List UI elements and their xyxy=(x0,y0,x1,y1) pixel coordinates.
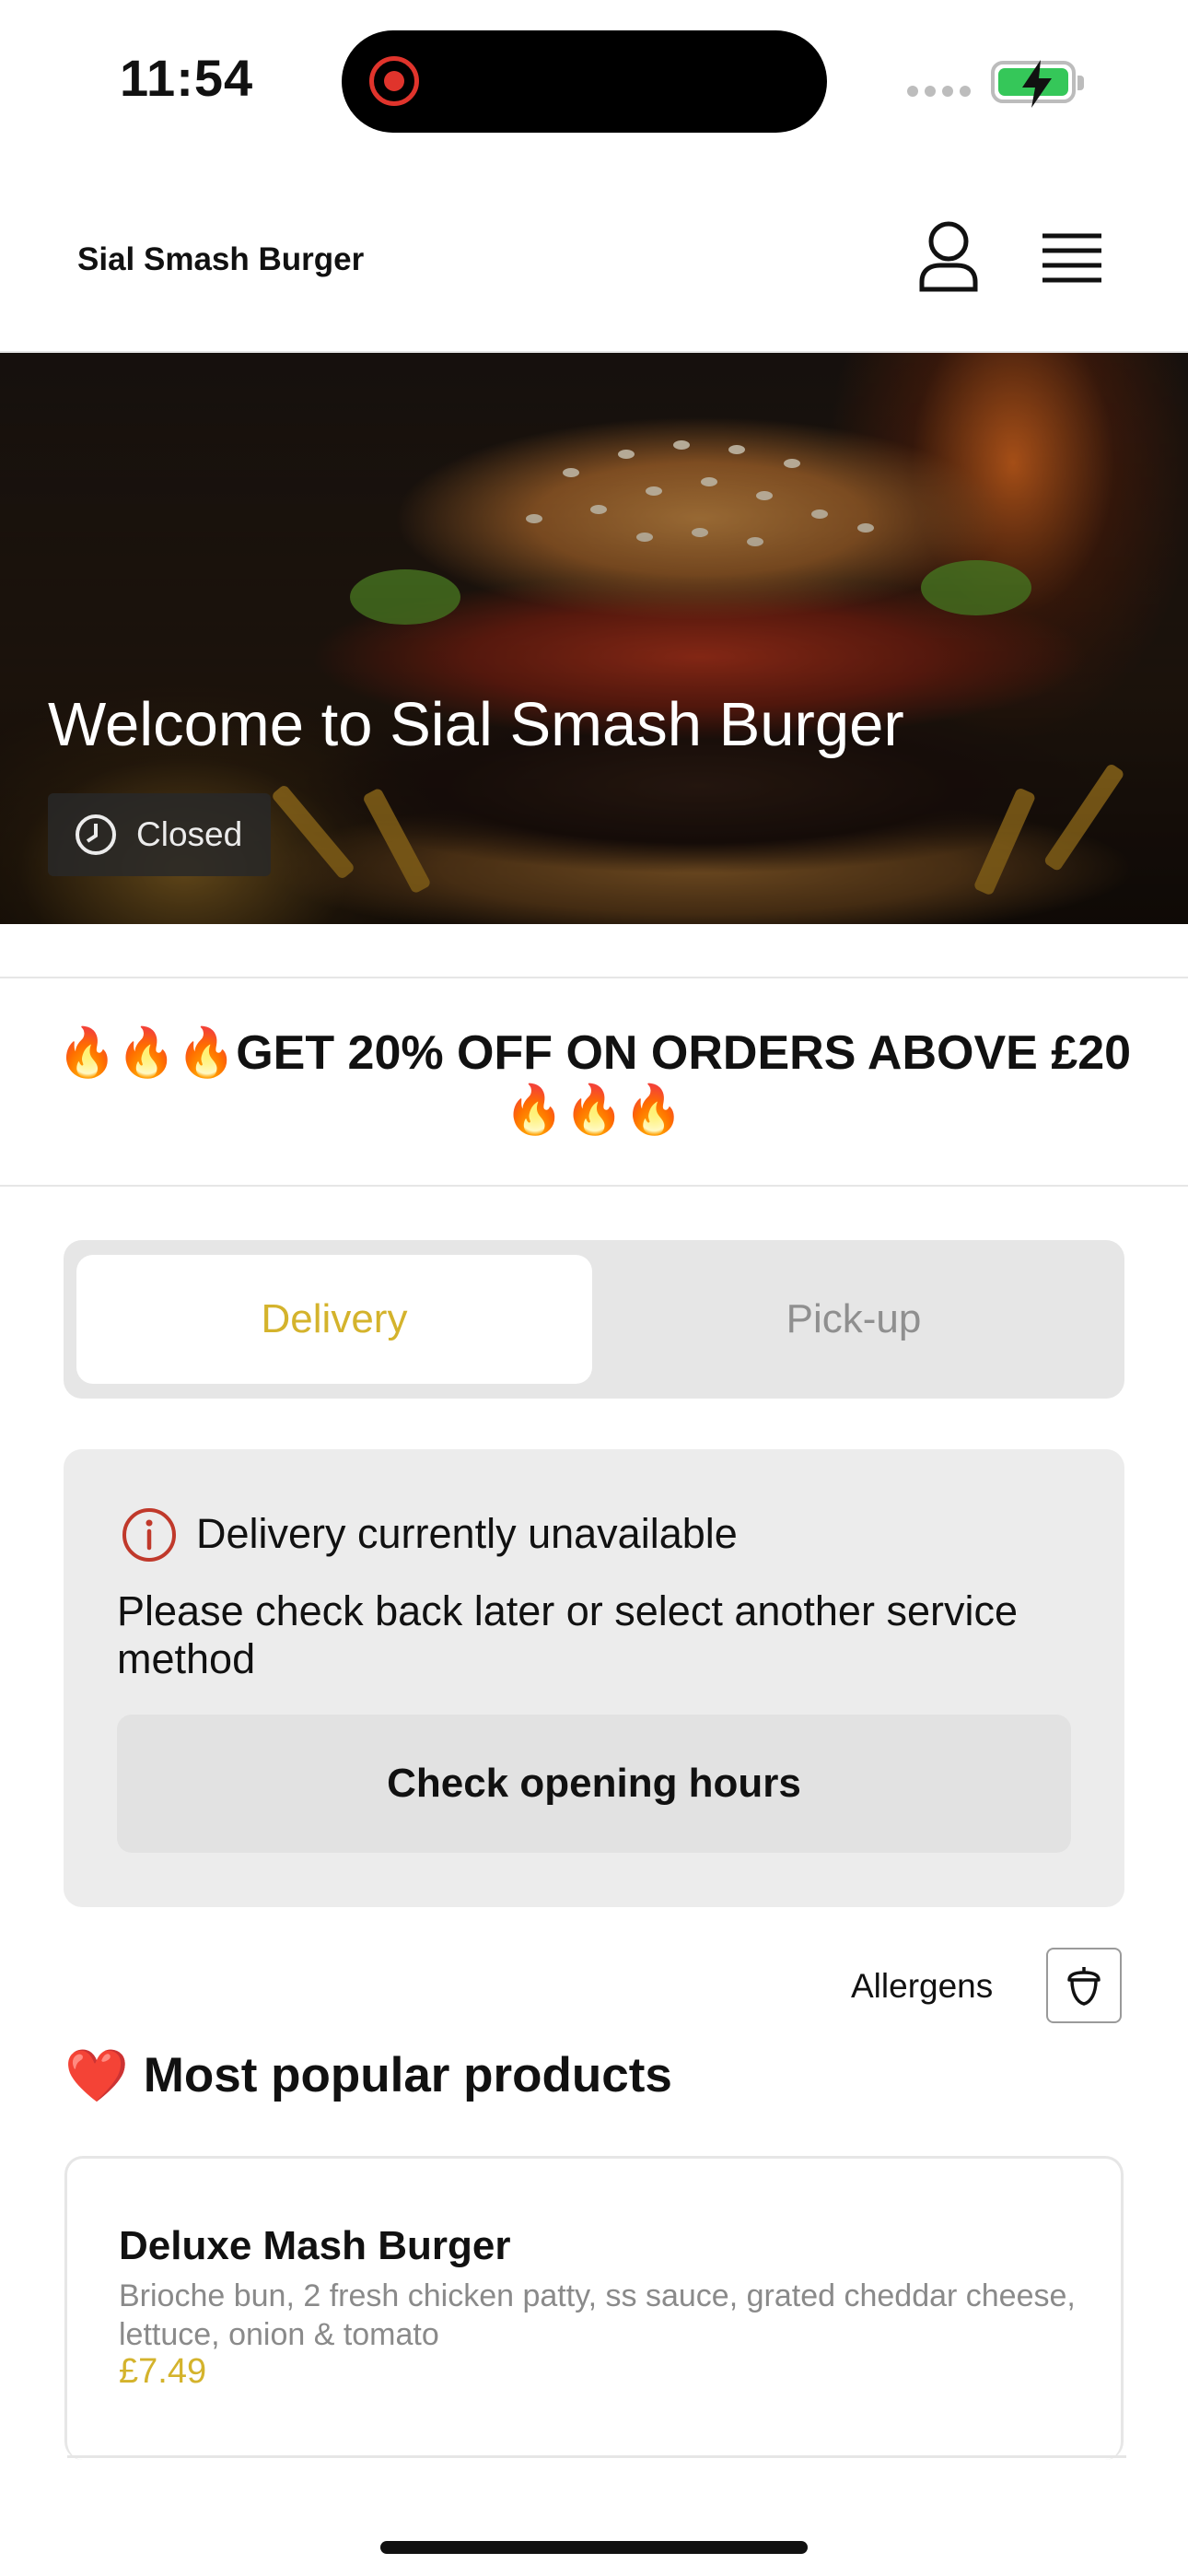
notice-title: Delivery currently unavailable xyxy=(196,1510,738,1557)
promo-text: 🔥🔥🔥GET 20% OFF ON ORDERS ABOVE £20🔥🔥🔥 xyxy=(56,1026,1132,1137)
hamburger-menu-icon[interactable] xyxy=(1041,230,1105,286)
section-title: Most popular products xyxy=(143,2048,672,2102)
store-status-text: Closed xyxy=(136,815,243,853)
clock-icon xyxy=(76,814,116,855)
store-status-badge: Closed xyxy=(48,793,271,876)
status-bar: 11:54 xyxy=(0,0,1188,157)
promo-banner: 🔥🔥🔥GET 20% OFF ON ORDERS ABOVE £20🔥🔥🔥 xyxy=(0,977,1188,1187)
allergens-button[interactable] xyxy=(1046,1948,1122,2023)
status-time: 11:54 xyxy=(120,49,254,107)
tab-pickup[interactable]: Pick-up xyxy=(596,1255,1112,1384)
info-icon xyxy=(122,1508,176,1562)
notice-body: Please check back later or select anothe… xyxy=(117,1587,1018,1682)
check-opening-hours-button[interactable]: Check opening hours xyxy=(117,1715,1071,1853)
allergens-label[interactable]: Allergens xyxy=(851,1967,993,2006)
acorn-icon xyxy=(1067,1967,1101,2006)
brand-name[interactable]: Sial Smash Burger xyxy=(77,241,364,278)
signal-icon xyxy=(907,86,971,97)
product-description: Brioche bun, 2 fresh chicken patty, ss s… xyxy=(119,2278,1076,2352)
tab-delivery[interactable]: Delivery xyxy=(76,1255,592,1384)
hero-title: Welcome to Sial Smash Burger xyxy=(48,690,904,759)
product-name: Deluxe Mash Burger xyxy=(119,2223,511,2268)
user-icon[interactable] xyxy=(916,219,981,293)
delivery-unavailable-notice: Delivery currently unavailable Please ch… xyxy=(64,1449,1124,1907)
app-header: Sial Smash Burger xyxy=(0,157,1188,353)
recording-icon xyxy=(369,56,419,106)
heart-icon: ❤️ xyxy=(64,2045,129,2104)
card-divider xyxy=(67,2455,1126,2458)
service-method-toggle: Delivery Pick-up xyxy=(64,1240,1124,1399)
product-card[interactable]: Deluxe Mash Burger Brioche bun, 2 fresh … xyxy=(64,2156,1126,2460)
product-price: £7.49 xyxy=(119,2352,207,2391)
popular-section-header: ❤️ Most popular products xyxy=(64,2047,672,2103)
home-indicator[interactable] xyxy=(380,2541,808,2554)
dynamic-island xyxy=(342,30,827,133)
hero-banner: Welcome to Sial Smash Burger Closed xyxy=(0,353,1188,924)
battery-charging-icon xyxy=(991,60,1084,108)
